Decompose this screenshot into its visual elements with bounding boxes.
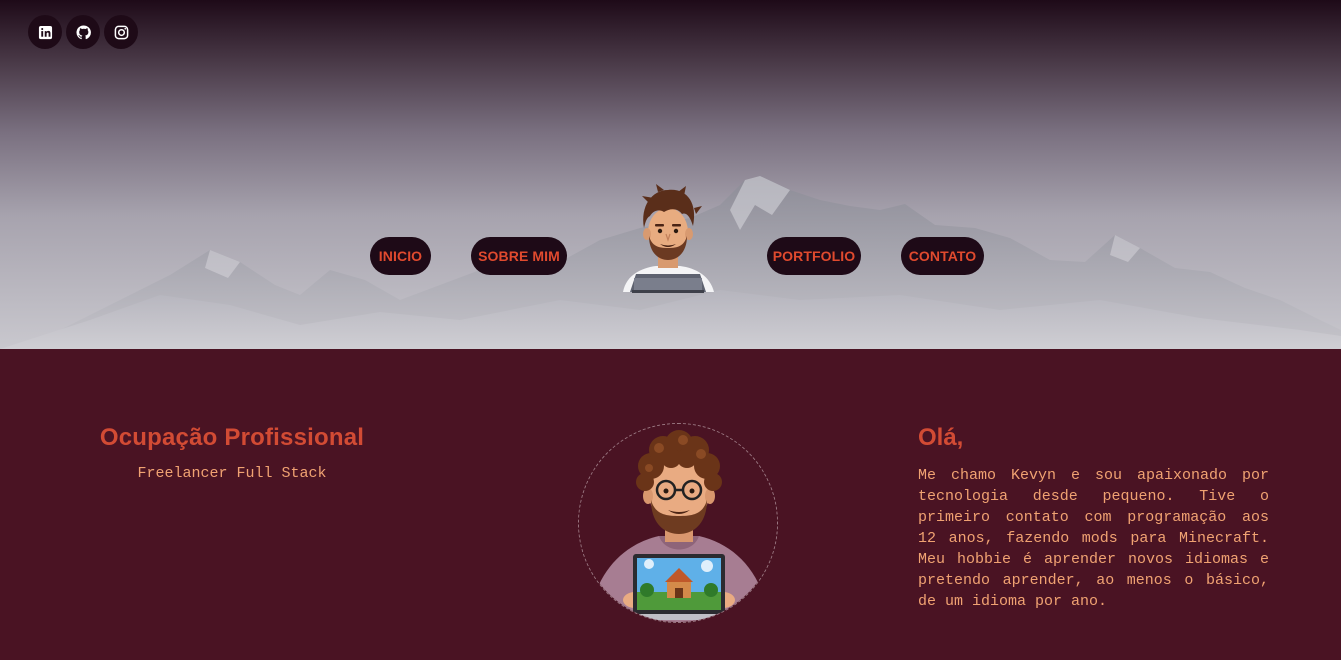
mountain-background <box>0 176 1341 349</box>
linkedin-link[interactable] <box>28 15 62 49</box>
github-icon <box>75 24 91 39</box>
occupation-subtitle: Freelancer Full Stack <box>137 465 327 482</box>
greeting-title: Olá, <box>918 424 964 451</box>
bio-text: Me chamo Kevyn e sou apaixonado por tecn… <box>918 467 1269 610</box>
nav-portfolio-button[interactable]: PORTFOLIO <box>767 237 861 275</box>
github-link[interactable] <box>66 15 100 49</box>
instagram-link[interactable] <box>104 15 138 49</box>
about-section: Ocupação Profissional Freelancer Full St… <box>0 349 1341 660</box>
occupation-title: Ocupação Profissional <box>99 424 365 451</box>
social-links <box>28 15 138 49</box>
profile-portrait <box>578 423 778 623</box>
hero-banner: INICIO SOBRE MIM PORTFOLIO CONTATO <box>0 0 1341 349</box>
linkedin-icon <box>38 25 52 39</box>
instagram-icon <box>114 25 128 39</box>
nav-sobre-mim-button[interactable]: SOBRE MIM <box>471 237 567 275</box>
portrait-avatar-icon <box>579 424 777 622</box>
nav-inicio-button[interactable]: INICIO <box>370 237 431 275</box>
logo-avatar-icon[interactable] <box>618 184 718 294</box>
nav-contato-button[interactable]: CONTATO <box>901 237 984 275</box>
